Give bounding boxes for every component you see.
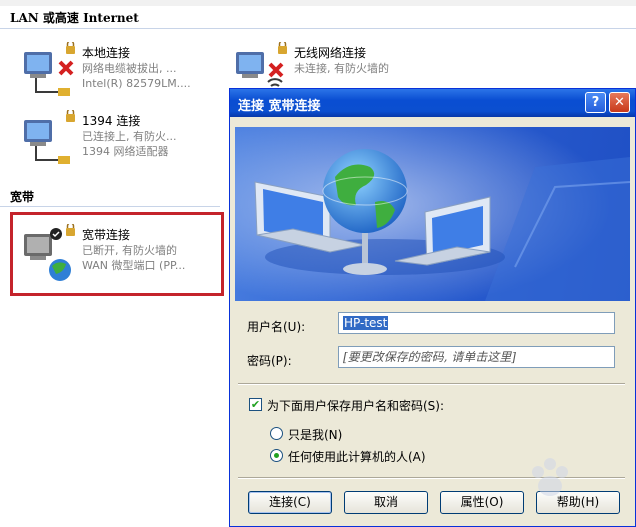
radio-me-only-label[interactable]: 只是我(N) [288,426,342,443]
properties-button[interactable]: 属性(O) [440,491,524,514]
watermark-paw-icon [532,458,568,496]
connection-item-local[interactable]: 本地连接 网络电缆被拔出, ... Intel(R) 82579LM.... [20,42,240,106]
save-password-checkbox[interactable]: ✔ [249,398,262,411]
section-divider [0,28,636,29]
password-field[interactable]: [要更改保存的密码, 请单击这里] [338,346,615,368]
username-label: 用户名(U): [247,320,306,334]
username-value: HP-test [343,316,389,330]
connection-status: 未连接, 有防火墙的 [294,62,389,75]
connection-name: 本地连接 [82,46,131,60]
dialog-title: 连接 宽带连接 [238,99,321,114]
network-computer-icon [24,110,75,164]
connection-device: Intel(R) 82579LM.... [82,77,191,90]
connection-status: 网络电缆被拔出, ... [82,62,177,75]
help-title-button[interactable]: ? [585,92,606,113]
highlight-frame [10,212,224,296]
close-button[interactable]: ✕ [609,92,630,113]
globe-laptops-illustration [235,127,630,301]
connection-status: 已连接上, 有防火... [82,130,177,143]
radio-anyone[interactable] [270,449,283,462]
radio-anyone-label[interactable]: 任何使用此计算机的人(A) [288,448,426,465]
connection-device: 1394 网络适配器 [82,145,169,158]
connect-button[interactable]: 连接(C) [248,491,332,514]
section-divider [0,206,220,207]
password-label: 密码(P): [247,354,292,368]
connection-item-1394[interactable]: 1394 连接 已连接上, 有防火... 1394 网络适配器 [20,110,240,174]
username-field[interactable]: HP-test [338,312,615,334]
save-password-label[interactable]: 为下面用户保存用户名和密码(S): [267,397,444,414]
window-top-strip [0,0,636,6]
network-computer-icon [24,42,75,96]
section-header-lan: LAN 或高速 Internet [10,11,139,25]
radio-me-only[interactable] [270,427,283,440]
connection-banner-image [235,127,630,301]
section-header-broadband: 宽带 [10,190,35,204]
connection-name: 1394 连接 [82,114,141,128]
cancel-button[interactable]: 取消 [344,491,428,514]
dialog-titlebar[interactable]: 连接 宽带连接 ? ✕ [230,89,635,117]
dialog-separator [238,383,625,385]
connection-name: 无线网络连接 [294,46,367,60]
password-hint: [要更改保存的密码, 请单击这里] [343,350,516,364]
